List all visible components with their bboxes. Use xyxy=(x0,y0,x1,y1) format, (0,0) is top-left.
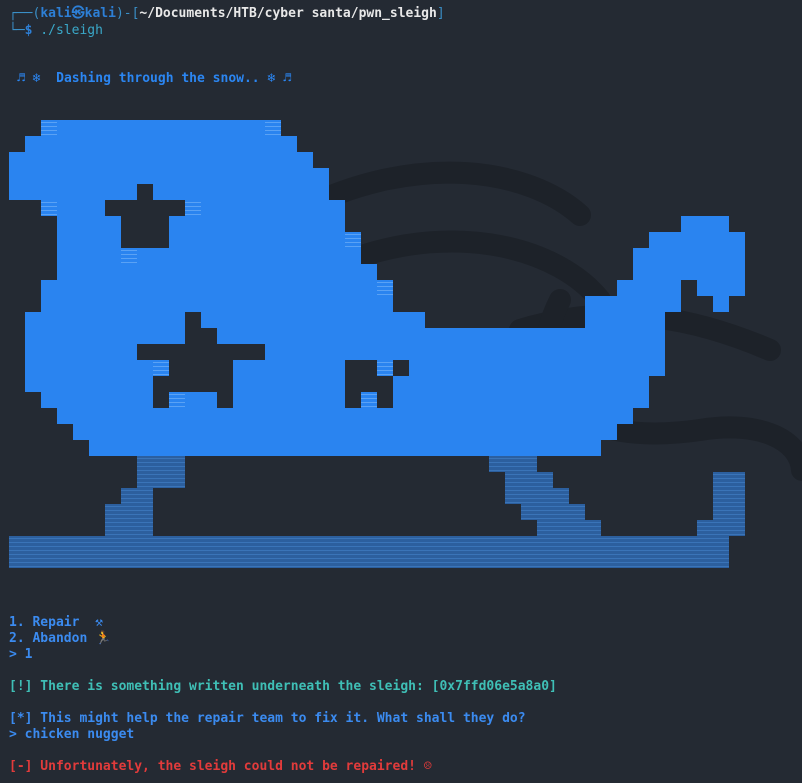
command-text: ./sleigh xyxy=(32,23,103,38)
current-path: ~/Documents/HTB/cyber santa/pwn_sleigh xyxy=(139,6,437,21)
menu-choice-input: > 1 xyxy=(9,647,33,662)
menu-option-abandon: 2. Abandon 🏃 xyxy=(9,631,112,646)
error-message: [-] Unfortunately, the sleigh could not … xyxy=(9,759,432,774)
banner-text: ♬ ❄ Dashing through the snow.. ❄ ♬ xyxy=(17,71,291,86)
user-host: kali㉿kali xyxy=(40,6,116,21)
sleigh-ascii-art xyxy=(9,120,745,568)
sleigh-runner xyxy=(9,456,745,568)
prompt-line-top: ┌──(kali㉿kali)-[~/Documents/HTB/cyber sa… xyxy=(9,6,445,21)
user-answer: > chicken nugget xyxy=(9,727,135,742)
help-prompt: [*] This might help the repair team to f… xyxy=(9,711,526,726)
leak-message: [!] There is something written underneat… xyxy=(9,679,557,694)
menu-option-repair: 1. Repair ⚒ xyxy=(9,615,103,630)
prompt-line-command: └─$ ./sleigh xyxy=(9,23,103,38)
